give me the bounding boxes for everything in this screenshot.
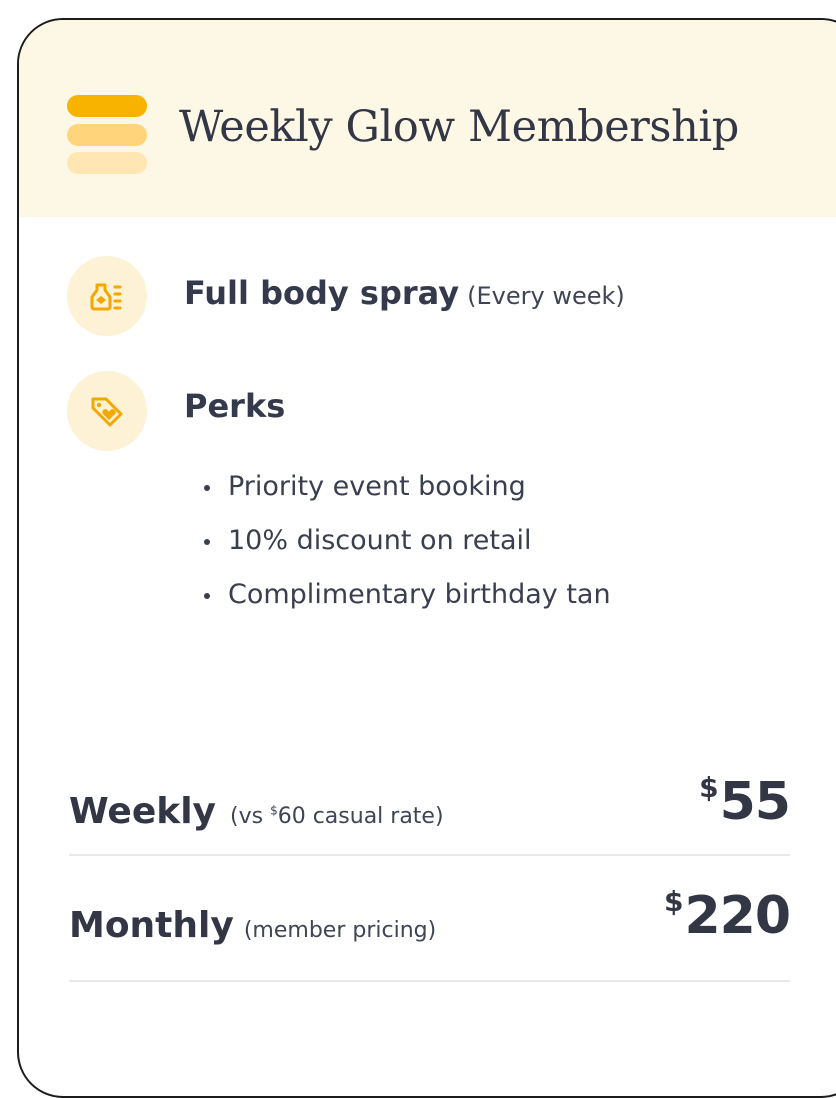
monthly-price-row: Monthly (member pricing) $220 <box>69 885 791 946</box>
note-currency: $ <box>270 803 278 818</box>
price-note: (member pricing) <box>243 918 437 943</box>
card-header: Weekly Glow Membership <box>19 20 836 217</box>
heart-tag-icon <box>67 371 147 451</box>
note-amount: 60 casual rate) <box>277 804 444 829</box>
perks-list: Priority event booking 10% discount on r… <box>199 460 611 622</box>
list-item: Complimentary birthday tan <box>199 568 611 622</box>
weekly-price: $55 <box>699 771 791 832</box>
feature-perks: Perks <box>184 387 285 425</box>
monthly-price: $220 <box>663 885 791 946</box>
logo-bar-bottom <box>67 152 147 174</box>
price-label: Weekly <box>69 791 217 832</box>
weekly-price-row: Weekly (vs $60 casual rate) $55 <box>69 771 791 832</box>
price-label: Monthly <box>69 905 234 946</box>
divider <box>69 854 790 856</box>
feature-title: Full body spray <box>184 274 460 312</box>
price-amount: 55 <box>719 772 791 832</box>
logo-bar-top <box>67 95 147 117</box>
feature-title: Perks <box>184 387 286 425</box>
price-amount: 220 <box>684 886 791 946</box>
divider <box>69 980 790 982</box>
price-note: (vs $60 casual rate) <box>230 804 444 829</box>
list-item: 10% discount on retail <box>199 514 611 568</box>
logo-bar-middle <box>67 124 147 146</box>
feature-full-body-spray: Full body spray (Every week) <box>184 274 625 312</box>
membership-title: Weekly Glow Membership <box>179 102 739 152</box>
membership-card: Weekly Glow Membership Full body spray (E… <box>17 18 836 1098</box>
currency-symbol: $ <box>663 885 684 918</box>
monthly-label-group: Monthly (member pricing) <box>69 905 436 946</box>
feature-frequency: (Every week) <box>467 282 625 310</box>
stacked-bars-icon <box>67 95 147 175</box>
currency-symbol: $ <box>699 771 719 804</box>
spray-bottle-icon <box>67 256 147 336</box>
list-item: Priority event booking <box>199 460 611 514</box>
weekly-label-group: Weekly (vs $60 casual rate) <box>69 791 444 832</box>
note-prefix: (vs <box>230 804 271 829</box>
